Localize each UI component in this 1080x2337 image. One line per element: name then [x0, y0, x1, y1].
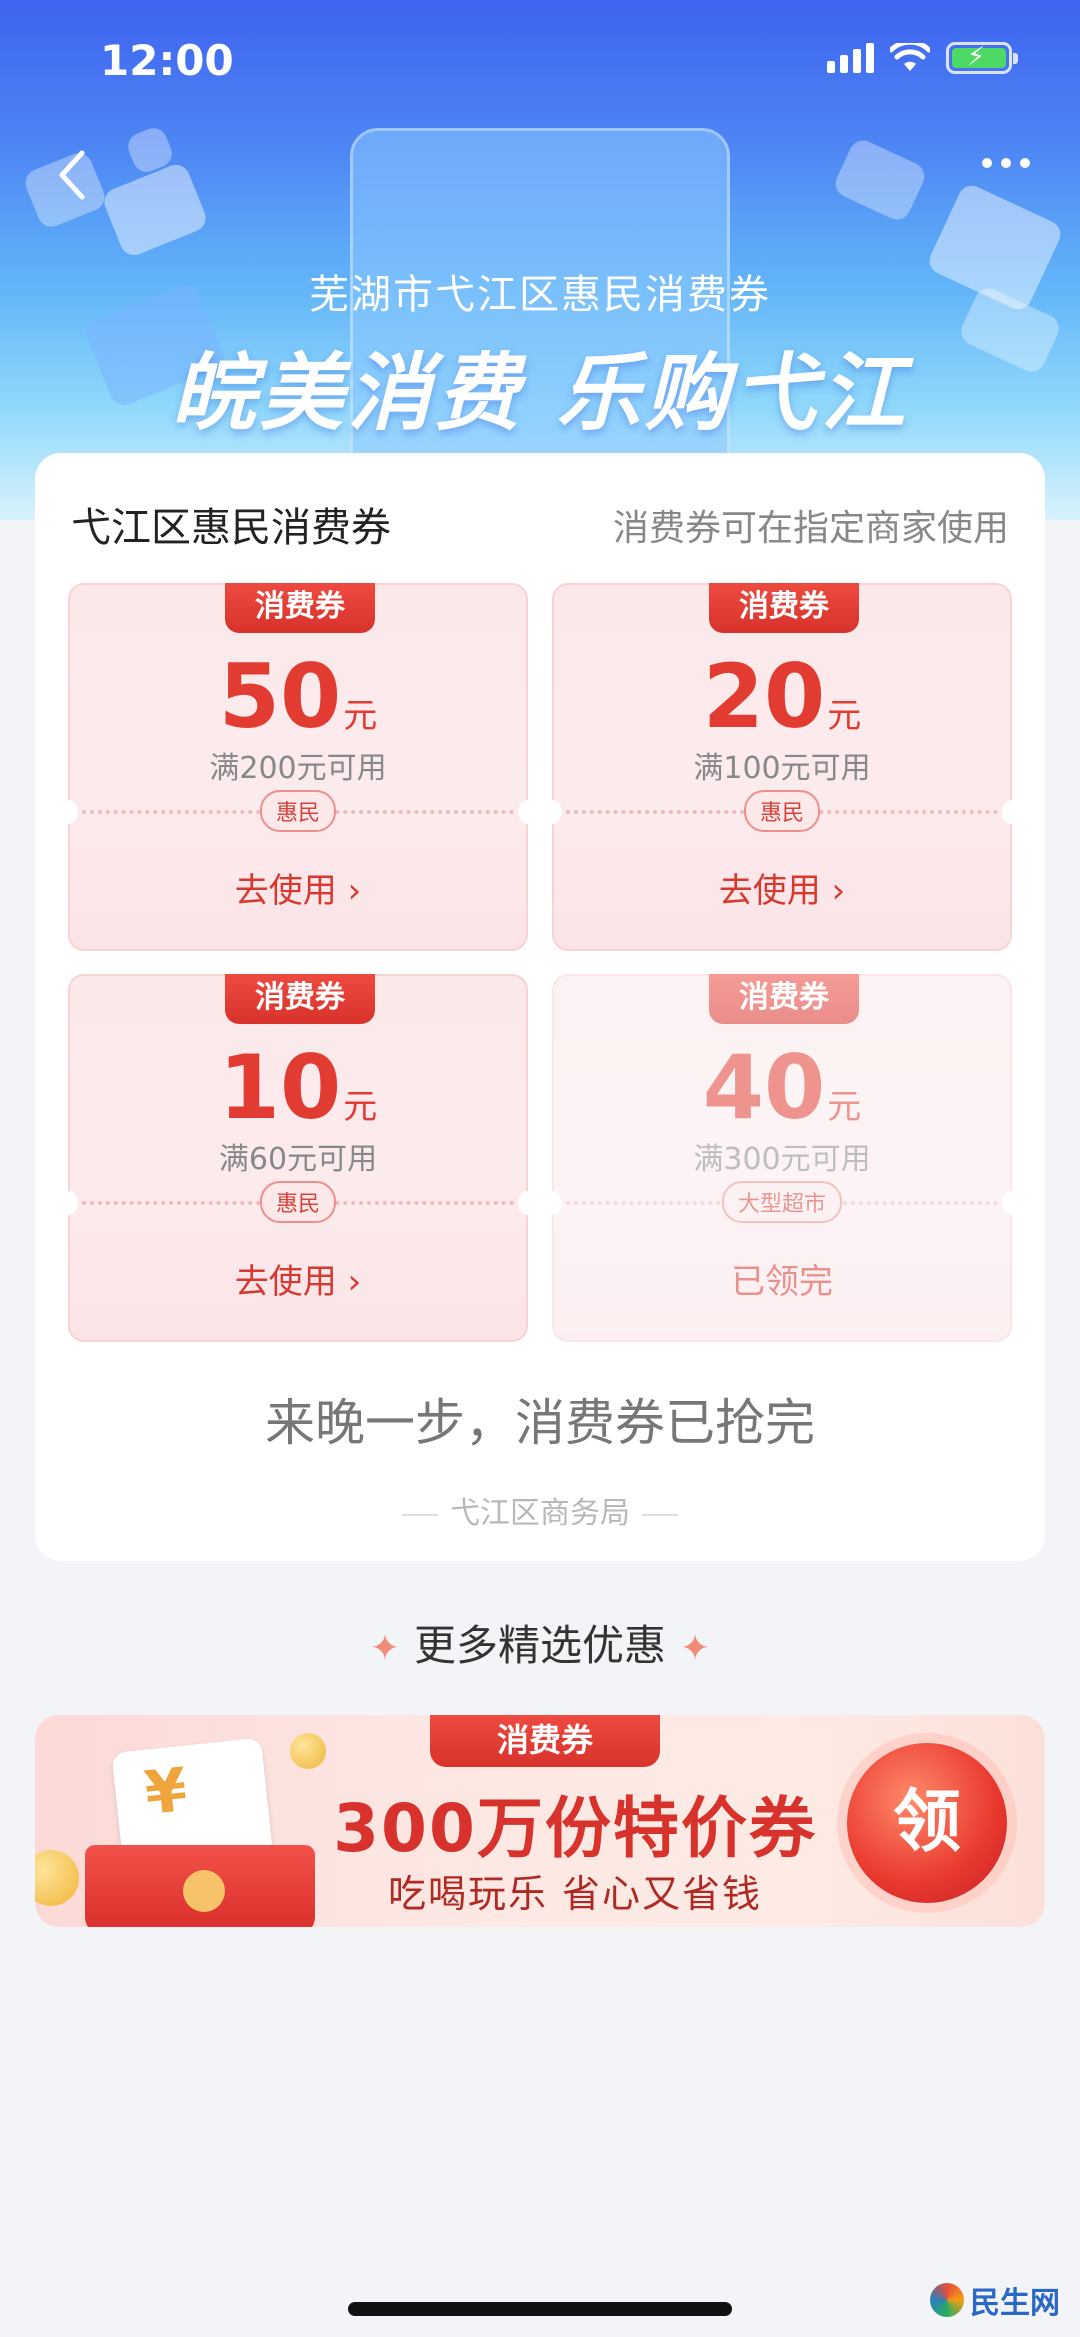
- watermark: 民生网: [930, 2278, 1060, 2322]
- coupon-tag: 消费券: [709, 583, 859, 633]
- coupon-card: 弋江区惠民消费券 消费券可在指定商家使用 消费券 50元 满200元可用 惠民 …: [35, 453, 1045, 1561]
- coupon-amount-value: 50: [218, 645, 342, 748]
- sparkle-icon: ✦: [369, 1628, 400, 1669]
- coupon-amount-value: 10: [218, 1036, 342, 1139]
- coupon-badge: 大型超市: [721, 1181, 843, 1223]
- sold-out-message: 来晚一步，消费券已抢完: [265, 1394, 815, 1452]
- status-icons: ⚡: [827, 42, 1018, 74]
- coupon-card-title: 弋江区惠民消费券: [71, 505, 391, 551]
- hero-header: 12:00 ⚡ 芜湖市弋江区惠民消费券 皖美消费 乐购弋江: [0, 0, 1080, 520]
- issuer-name: 弋江区商务局: [450, 1496, 630, 1531]
- more-deals-title: 更多精选优惠: [413, 1621, 666, 1670]
- coupon-badge: 惠民: [259, 790, 337, 832]
- coupon-amount-value: 40: [702, 1036, 826, 1139]
- coupon-amount-unit: 元: [343, 1087, 378, 1127]
- coupon-use-button[interactable]: 去使用 ›: [70, 863, 526, 912]
- sparkle-icon: ✦: [680, 1628, 711, 1669]
- claim-button[interactable]: 领: [847, 1743, 1007, 1903]
- coupon-amount: 50元: [70, 645, 526, 748]
- issuer-line: 弋江区商务局: [35, 1488, 1045, 1532]
- coupon-card-note: 消费券可在指定商家使用: [612, 508, 1009, 549]
- coupon-use-button[interactable]: 去使用 ›: [70, 1254, 526, 1303]
- coupon-amount-unit: 元: [827, 1087, 862, 1127]
- coupon-use-button[interactable]: 去使用 ›: [554, 863, 1010, 912]
- coin-icon: [35, 1850, 79, 1906]
- hero-subtitle: 芜湖市弋江区惠民消费券: [309, 272, 771, 318]
- decor-shape: [100, 160, 210, 260]
- coupon-amount-value: 20: [702, 645, 826, 748]
- cellular-signal-icon: [827, 43, 874, 73]
- watermark-logo-icon: [930, 2283, 964, 2317]
- coupon-tag: 消费券: [225, 583, 375, 633]
- back-arrow-icon[interactable]: [50, 145, 100, 205]
- hero-title: 皖美消费 乐购弋江: [171, 344, 909, 442]
- coupon-amount-unit: 元: [343, 696, 378, 736]
- banner-subline: 吃喝玩乐 省心又省钱: [387, 1872, 763, 1916]
- banner-tag: 消费券: [430, 1715, 660, 1767]
- coupon-condition: 满60元可用: [218, 1142, 378, 1177]
- battery-charging-icon: ⚡: [946, 42, 1018, 74]
- coupon-amount: 40元: [554, 1036, 1010, 1139]
- coupon-tag: 消费券: [225, 974, 375, 1024]
- watermark-text: 民生网: [970, 2286, 1060, 2321]
- decor-shape: [831, 135, 929, 225]
- envelope-yen-symbol: ¥: [141, 1755, 191, 1829]
- coupon-tag: 消费券: [709, 974, 859, 1024]
- coupon-amount: 20元: [554, 645, 1010, 748]
- banner-headline: 300万份特价券: [333, 1790, 817, 1867]
- coupon-item[interactable]: 消费券 50元 满200元可用 惠民 去使用 ›: [58, 583, 538, 951]
- status-time: 12:00: [100, 36, 234, 85]
- coupon-item[interactable]: 消费券 10元 满60元可用 惠民 去使用 ›: [58, 974, 538, 1342]
- coupon-item[interactable]: 消费券 20元 满100元可用 惠民 去使用 ›: [542, 583, 1022, 951]
- home-indicator[interactable]: [348, 2302, 732, 2316]
- status-bar: 12:00 ⚡: [0, 0, 1080, 120]
- coupon-amount-unit: 元: [827, 696, 862, 736]
- coupon-badge: 惠民: [259, 1181, 337, 1223]
- coupon-condition: 满100元可用: [693, 751, 871, 786]
- coupon-amount: 10元: [70, 1036, 526, 1139]
- coupon-condition: 满300元可用: [693, 1142, 871, 1177]
- more-deals-heading: ✦ 更多精选优惠 ✦: [0, 1612, 1080, 1673]
- coupon-item-claimed: 消费券 40元 满300元可用 大型超市 已领完: [542, 974, 1022, 1342]
- promo-banner[interactable]: ¥ 消费券 300万份特价券 吃喝玩乐 省心又省钱 领: [35, 1715, 1045, 1927]
- more-options-icon[interactable]: [982, 158, 1030, 168]
- page: 12:00 ⚡ 芜湖市弋江区惠民消费券 皖美消费 乐购弋江 弋江区惠民消费券 消…: [0, 0, 1080, 2337]
- coin-icon: [290, 1733, 326, 1769]
- red-envelope-icon: ¥: [85, 1735, 315, 1927]
- wifi-icon: [890, 43, 930, 71]
- coupon-condition: 满200元可用: [209, 751, 387, 786]
- coupon-claimed-status: 已领完: [731, 1262, 833, 1302]
- coupon-badge: 惠民: [743, 790, 821, 832]
